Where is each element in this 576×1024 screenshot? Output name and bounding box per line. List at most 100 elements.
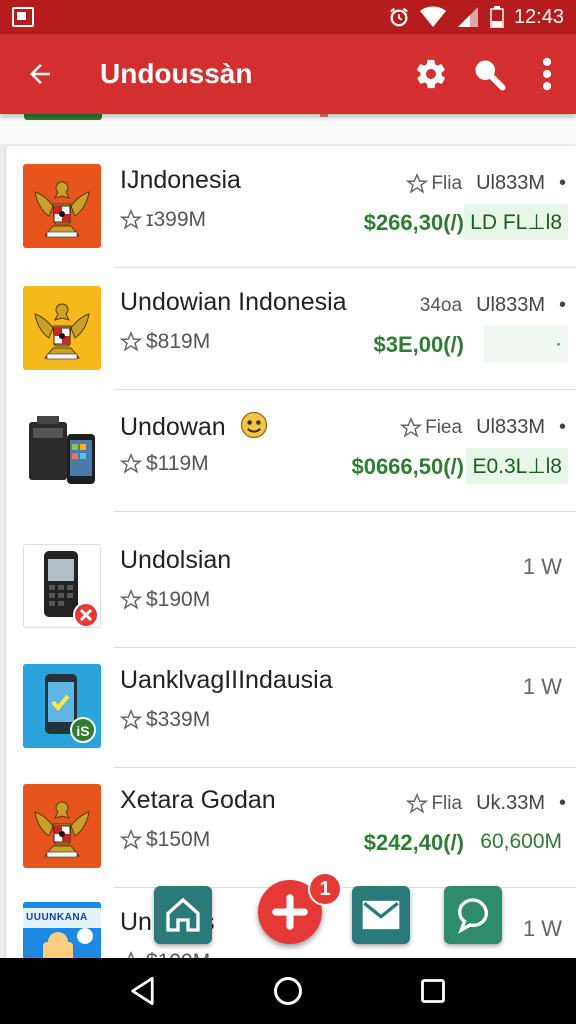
meta-value: Ul833M [476,416,545,438]
item-meta: Flia Ul833M • [406,172,566,195]
notification-badge: 1 [308,872,342,906]
smartphone-icon [44,551,99,627]
item-meta: Flia Uk.33M • [406,792,566,815]
previous-card-mark [320,114,328,117]
status-time: 12:43 [513,5,564,28]
item-title: UanklvagIIIndausia [120,666,333,694]
item-count: 1 W [522,916,562,941]
settings-button[interactable] [402,34,460,114]
star-outline-icon[interactable] [120,829,142,851]
search-button[interactable] [460,34,518,114]
item-chip: LD FL⊥l8 [464,204,568,240]
home-button[interactable] [154,886,212,944]
star-outline-icon [406,792,429,813]
item-subtitle: $119M [120,452,209,476]
meta-label-text: Flia [431,172,463,194]
garuda-emblem-icon [23,286,101,370]
signal-icon [457,7,478,27]
square-recents-icon [421,979,446,1003]
dot-icon: • [558,792,566,814]
nav-recents-button[interactable] [403,961,463,1021]
item-subtitle: $150M [120,828,210,852]
item-value: $150M [146,828,211,851]
mail-icon [362,900,400,930]
star-outline-icon[interactable] [120,951,142,958]
list-item[interactable]: IJndonesia ɪ399M Flia Ul833M • $266,30(/… [6,146,576,268]
alarm-icon [390,7,408,27]
item-price: $266,30(/) [363,210,464,235]
item-price: $0666,50(/) [351,454,464,479]
mail-button[interactable] [352,886,410,944]
meta-label-text: Fiea [425,416,463,438]
item-chip: · [484,326,568,362]
garuda-emblem-thumbnail [23,164,101,248]
search-icon [475,60,506,91]
phone-and-router-icon [29,416,95,484]
item-title: Undowan [120,410,269,442]
star-outline-icon [400,416,423,437]
item-title: Xetara Godan [120,786,276,814]
list-item[interactable]: iS UanklvagIIIndausia $339M 1 W [6,646,576,768]
item-value: ɪ399M [146,208,207,231]
previous-card-edge [0,114,576,144]
garuda-emblem-thumbnail [23,784,101,868]
triangle-back-icon [130,976,154,1006]
phone-app-thumbnail: iS [23,664,101,748]
system-navigation-bar [0,958,576,1024]
item-title: Undolsian [120,546,232,574]
item-subtitle: $339M [120,708,210,732]
overflow-menu-button[interactable] [518,34,576,114]
devices-thumbnail [23,408,101,492]
star-outline-icon[interactable] [120,709,142,731]
star-outline-icon[interactable] [120,589,142,611]
favorite-label[interactable]: Flia [406,792,462,815]
item-subtitle: $199M [120,950,210,958]
item-chip: 60,600M [480,830,562,853]
item-value: $190M [146,588,211,611]
item-value: $819M [146,330,211,353]
battery-icon [490,6,504,28]
product-box-label: UUUNKANA [26,912,88,923]
item-value: $199M [146,950,210,958]
previous-card-accent [24,114,102,120]
item-meta: 34oa Ul833M • [420,294,566,317]
item-meta: Fiea Ul833M • [400,416,566,439]
chat-bubble-icon [457,898,489,934]
item-subtitle: $819M [120,330,210,354]
nav-back-button[interactable] [113,961,173,1021]
star-outline-icon[interactable] [120,453,142,475]
notification-app-icon [12,7,34,27]
item-title: Undowian Indonesia [120,288,347,316]
wifi-icon [419,6,446,27]
item-count: 1 W [522,554,562,579]
star-outline-icon[interactable] [120,331,142,353]
favorite-label[interactable]: Flia [406,172,463,195]
chat-button[interactable] [444,886,502,944]
nav-home-button[interactable] [258,961,318,1021]
plus-icon [272,894,308,930]
garuda-emblem-icon [23,784,101,868]
star-outline-icon [406,172,429,193]
list-item[interactable]: Undowian Indonesia $819M 34oa Ul833M • $… [6,268,576,390]
back-button[interactable] [0,34,80,114]
item-title: IJndonesia [120,166,241,194]
favorite-label[interactable]: Fiea [400,416,463,439]
list-item[interactable]: Undolsian $190M 1 W [6,526,576,648]
item-count: 1 W [522,674,562,699]
item-price: $242,40(/) [363,830,464,855]
svg-text:iS: iS [76,723,89,739]
phone-thumbnail [23,544,101,628]
item-value: $119M [146,452,209,475]
meta-value: Uk.33M [476,792,545,814]
item-price: $3E,00(/) [373,332,465,357]
app-bar: Undoussàn [0,34,576,114]
product-box-icon [23,902,101,958]
star-outline-icon[interactable] [120,209,142,231]
status-bar: 12:43 [0,0,576,34]
meta-label-text: 34oa [419,294,463,316]
emoji-icon [240,411,267,439]
list-item[interactable]: Undowan $119M Fiea Ul833M • $0666,50(/) … [6,390,576,512]
list-item[interactable]: Xetara Godan $150M Flia Uk.33M • $242,40… [6,766,576,888]
meta-value: Ul833M [476,172,545,194]
page-title: Undoussàn [100,58,253,89]
